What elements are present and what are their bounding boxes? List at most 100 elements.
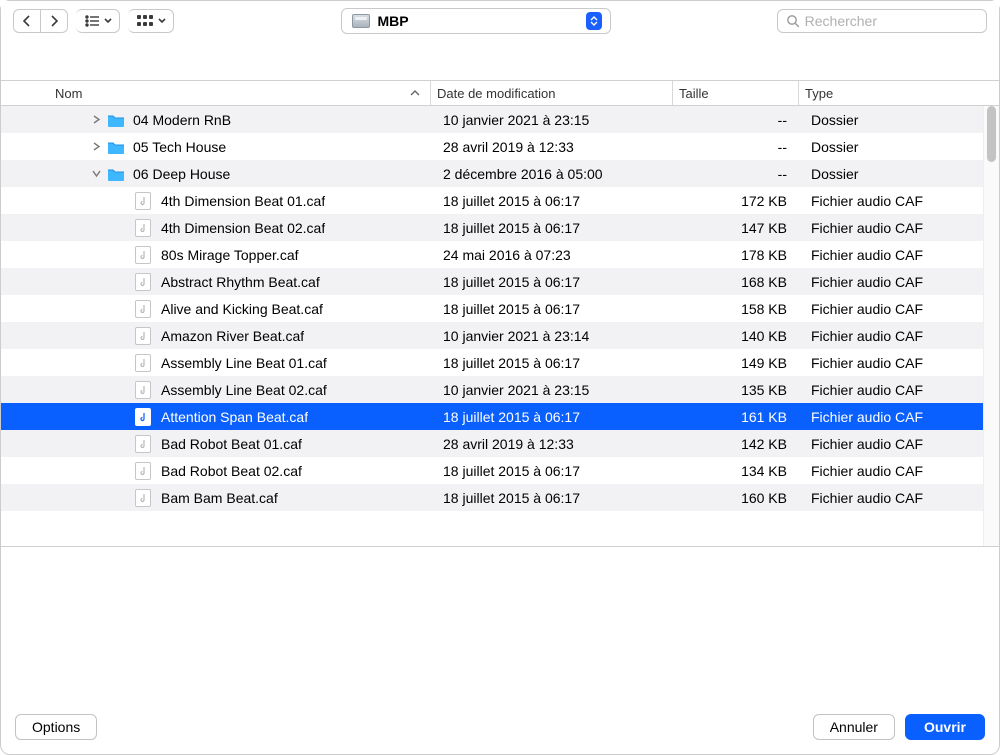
item-date: 2 décembre 2016 à 05:00 bbox=[431, 166, 673, 182]
item-type: Fichier audio CAF bbox=[799, 328, 973, 344]
disk-icon bbox=[352, 14, 370, 28]
file-row[interactable]: 80s Mirage Topper.caf 24 mai 2016 à 07:23… bbox=[1, 241, 983, 268]
column-header-name[interactable]: Nom bbox=[1, 81, 431, 105]
button-label: Options bbox=[32, 719, 80, 735]
file-row[interactable]: Assembly Line Beat 01.caf18 juillet 2015… bbox=[1, 349, 983, 376]
cancel-button[interactable]: Annuler bbox=[813, 714, 895, 740]
file-row[interactable]: Bad Robot Beat 01.caf 28 avril 2019 à 12:… bbox=[1, 430, 983, 457]
item-size: 172 KB bbox=[673, 193, 799, 209]
audio-file-icon bbox=[135, 246, 151, 264]
item-date: 10 janvier 2021 à 23:14 bbox=[431, 328, 673, 344]
grid-icon bbox=[137, 15, 153, 27]
item-date: 28 avril 2019 à 12:33 bbox=[431, 139, 673, 155]
file-row[interactable]: 4th Dimension Beat 02.caf18 juillet 2015… bbox=[1, 214, 983, 241]
scrollbar[interactable] bbox=[983, 106, 999, 546]
grouping-button[interactable] bbox=[128, 9, 174, 33]
search-input[interactable] bbox=[805, 13, 978, 29]
item-date: 24 mai 2016 à 07:23 bbox=[431, 247, 673, 263]
disclosure-triangle[interactable] bbox=[91, 142, 101, 151]
file-row[interactable]: Assembly Line Beat 02.caf10 janvier 2021… bbox=[1, 376, 983, 403]
column-header-type[interactable]: Type bbox=[799, 81, 999, 105]
file-row[interactable]: Attention Span Beat.caf18 juillet 2015 à… bbox=[1, 403, 983, 430]
audio-file-icon bbox=[135, 462, 151, 480]
disclosure-triangle[interactable] bbox=[91, 115, 101, 124]
column-header-date[interactable]: Date de modification bbox=[431, 81, 673, 105]
column-label: Type bbox=[805, 86, 833, 101]
file-list[interactable]: 04 Modern RnB10 janvier 2021 à 23:15--Do… bbox=[1, 106, 983, 546]
audio-file-icon bbox=[135, 327, 151, 345]
item-name: Abstract Rhythm Beat.caf bbox=[161, 274, 320, 290]
nav-back-button[interactable] bbox=[13, 9, 41, 33]
audio-file-icon bbox=[135, 192, 151, 210]
chevron-down-icon bbox=[158, 18, 166, 24]
chevron-right-icon bbox=[49, 15, 59, 27]
item-date: 18 juillet 2015 à 06:17 bbox=[431, 274, 673, 290]
item-date: 18 juillet 2015 à 06:17 bbox=[431, 355, 673, 371]
folder-icon bbox=[107, 113, 125, 127]
item-type: Dossier bbox=[799, 166, 973, 182]
item-type: Fichier audio CAF bbox=[799, 382, 973, 398]
folder-row[interactable]: 04 Modern RnB10 janvier 2021 à 23:15--Do… bbox=[1, 106, 983, 133]
options-button[interactable]: Options bbox=[15, 714, 97, 740]
folder-row[interactable]: 06 Deep House2 décembre 2016 à 05:00--Do… bbox=[1, 160, 983, 187]
audio-file-icon bbox=[135, 219, 151, 237]
disclosure-triangle[interactable] bbox=[91, 169, 101, 178]
button-label: Annuler bbox=[830, 719, 878, 735]
audio-file-icon bbox=[135, 354, 151, 372]
item-date: 18 juillet 2015 à 06:17 bbox=[431, 301, 673, 317]
item-type: Fichier audio CAF bbox=[799, 301, 973, 317]
nav-forward-button[interactable] bbox=[41, 9, 68, 33]
item-name: 4th Dimension Beat 02.caf bbox=[161, 220, 325, 236]
item-name: Bam Bam Beat.caf bbox=[161, 490, 278, 506]
location-popup[interactable]: MBP bbox=[341, 8, 611, 34]
item-name: Amazon River Beat.caf bbox=[161, 328, 304, 344]
column-label: Date de modification bbox=[437, 86, 556, 101]
file-area: 04 Modern RnB10 janvier 2021 à 23:15--Do… bbox=[1, 106, 999, 546]
item-size: 161 KB bbox=[673, 409, 799, 425]
file-row[interactable]: Abstract Rhythm Beat.caf 18 juillet 2015 … bbox=[1, 268, 983, 295]
search-icon bbox=[786, 14, 799, 28]
item-type: Fichier audio CAF bbox=[799, 193, 973, 209]
open-button[interactable]: Ouvrir bbox=[905, 714, 985, 740]
item-size: 134 KB bbox=[673, 463, 799, 479]
toolbar: MBP bbox=[1, 1, 999, 40]
item-type: Fichier audio CAF bbox=[799, 274, 973, 290]
folder-row[interactable]: 05 Tech House28 avril 2019 à 12:33--Doss… bbox=[1, 133, 983, 160]
item-size: 147 KB bbox=[673, 220, 799, 236]
file-row[interactable]: 4th Dimension Beat 01.caf18 juillet 2015… bbox=[1, 187, 983, 214]
scrollbar-thumb[interactable] bbox=[987, 106, 996, 162]
file-row[interactable]: Amazon River Beat.caf 10 janvier 2021 à 2… bbox=[1, 322, 983, 349]
item-name: 4th Dimension Beat 01.caf bbox=[161, 193, 325, 209]
file-row[interactable]: Bam Bam Beat.caf18 juillet 2015 à 06:171… bbox=[1, 484, 983, 511]
item-date: 28 avril 2019 à 12:33 bbox=[431, 436, 673, 452]
search-field-wrap bbox=[777, 9, 987, 33]
sort-ascending-icon bbox=[410, 89, 420, 97]
preview-strip bbox=[1, 546, 999, 702]
item-type: Fichier audio CAF bbox=[799, 355, 973, 371]
column-label: Taille bbox=[679, 86, 709, 101]
list-icon bbox=[85, 15, 99, 27]
footer: Options Annuler Ouvrir bbox=[1, 702, 999, 754]
item-type: Fichier audio CAF bbox=[799, 490, 973, 506]
location-label: MBP bbox=[378, 13, 409, 29]
item-type: Fichier audio CAF bbox=[799, 247, 973, 263]
item-name: 80s Mirage Topper.caf bbox=[161, 247, 299, 263]
list-mode-group bbox=[76, 9, 120, 33]
item-name: 04 Modern RnB bbox=[133, 112, 231, 128]
item-name: Bad Robot Beat 01.caf bbox=[161, 436, 302, 452]
popup-arrows-icon bbox=[586, 12, 602, 30]
item-size: -- bbox=[673, 112, 799, 128]
folder-icon bbox=[107, 167, 125, 181]
item-size: 149 KB bbox=[673, 355, 799, 371]
item-name: Alive and Kicking Beat.caf bbox=[161, 301, 323, 317]
audio-file-icon bbox=[135, 408, 151, 426]
list-view-button[interactable] bbox=[76, 9, 120, 33]
item-name: Assembly Line Beat 02.caf bbox=[161, 382, 327, 398]
file-row[interactable]: Alive and Kicking Beat.caf 18 juillet 201… bbox=[1, 295, 983, 322]
grouping-group bbox=[128, 9, 174, 33]
chevron-down-icon bbox=[104, 18, 112, 24]
item-size: 160 KB bbox=[673, 490, 799, 506]
column-header-size[interactable]: Taille bbox=[673, 81, 799, 105]
item-type: Fichier audio CAF bbox=[799, 220, 973, 236]
file-row[interactable]: Bad Robot Beat 02.caf18 juillet 2015 à 0… bbox=[1, 457, 983, 484]
